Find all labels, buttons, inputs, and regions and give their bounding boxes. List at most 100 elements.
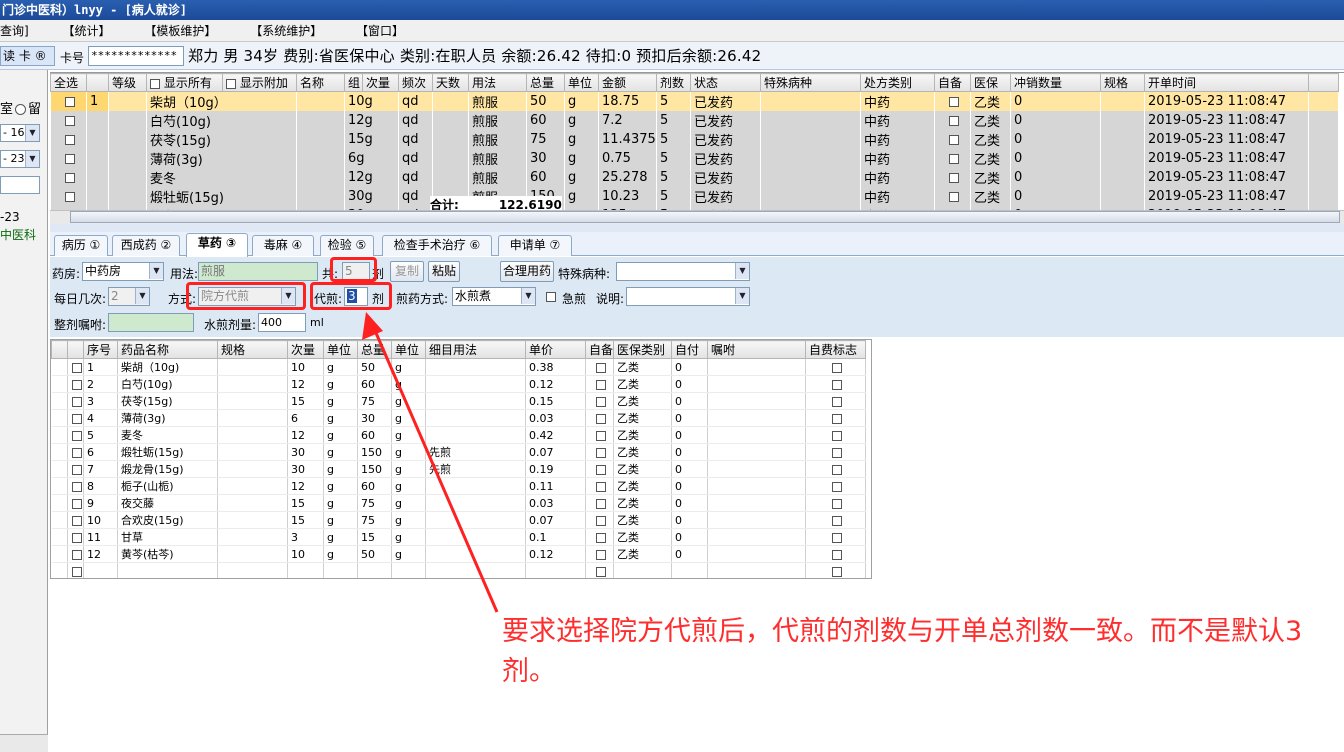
copy-button[interactable]: 复制 <box>390 261 424 282</box>
tab-request-form[interactable]: 申请单 ⑦ <box>498 235 572 256</box>
checkbox[interactable] <box>832 396 843 407</box>
selfprep-checkbox[interactable] <box>585 460 615 478</box>
table-row[interactable]: 1 柴胡（10g） 10g qd 煎服 50 g 18.75 5 已发药 中药 乙类 0 2019-05-… <box>50 91 1339 111</box>
row-checkbox[interactable] <box>67 528 84 546</box>
row-checkbox[interactable] <box>67 375 84 393</box>
show-extra-checkbox[interactable]: 显示附加 <box>222 73 297 92</box>
selfpay-flag-checkbox[interactable] <box>805 545 867 563</box>
selfprep-checkbox[interactable] <box>585 392 615 410</box>
checkbox[interactable] <box>72 549 82 560</box>
tab-western-medicine[interactable]: 西成药 ② <box>112 235 180 256</box>
card-number-input[interactable]: ************* <box>88 46 184 66</box>
row-checkbox-cell[interactable] <box>934 111 971 130</box>
checkbox[interactable] <box>64 153 75 164</box>
table-row[interactable]: 薄荷(3g) 6g qd 煎服 30 g 0.75 5 已发药 中药 乙类 0 2019-05-23 1… <box>50 149 1339 168</box>
chevron-down-icon[interactable]: ▼ <box>735 263 749 279</box>
left-input[interactable] <box>0 176 40 194</box>
chevron-down-icon[interactable]: ▼ <box>25 151 39 167</box>
selfprep-checkbox[interactable] <box>585 443 615 461</box>
tab-medical-record[interactable]: 病历 ① <box>54 235 108 256</box>
menu-window[interactable]: 【窗口】 <box>356 20 404 42</box>
table-row[interactable]: 煅牡蛎(15g)30gqd煎服150g10.235已发药中药乙类02019-05… <box>50 187 1339 206</box>
grid-row[interactable]: 7 煅龙骨(15g) 30 g 150 g 先煎 0.19 乙类 0 <box>51 460 867 478</box>
row-checkbox-cell[interactable] <box>934 168 971 187</box>
checkbox[interactable] <box>64 96 75 107</box>
menu-system[interactable]: 【系统维护】 <box>250 20 322 42</box>
tab-lab-test[interactable]: 检验 ⑤ <box>320 235 374 256</box>
row-checkbox-cell[interactable] <box>1308 111 1339 130</box>
checkbox[interactable] <box>832 379 843 390</box>
checkbox[interactable] <box>949 153 959 164</box>
selfpay-flag-checkbox[interactable] <box>805 460 867 478</box>
checkbox[interactable] <box>72 515 82 526</box>
selfprep-checkbox[interactable] <box>585 528 615 546</box>
row-checkbox[interactable] <box>67 443 84 461</box>
checkbox[interactable] <box>226 78 236 89</box>
grid-row[interactable]: 1 柴胡（10g) 10 g 50 g 0.38 乙类 0 <box>51 358 867 376</box>
grid-row[interactable]: 2 白芍(10g) 12 g 60 g 0.12 乙类 0 <box>51 375 867 393</box>
checkbox[interactable] <box>596 379 606 390</box>
paste-button[interactable]: 粘贴 <box>428 261 460 282</box>
urgent-checkbox[interactable] <box>546 292 556 302</box>
select-all-header[interactable]: 全选 <box>50 73 87 92</box>
row-checkbox-cell[interactable] <box>50 149 87 168</box>
water-dose-input[interactable]: 400 <box>258 313 306 332</box>
checkbox[interactable] <box>832 430 843 441</box>
checkbox[interactable] <box>72 447 82 458</box>
selfprep-checkbox[interactable] <box>585 426 615 444</box>
checkbox[interactable] <box>150 78 160 89</box>
checkbox[interactable] <box>949 115 959 126</box>
selfpay-flag-checkbox[interactable] <box>805 511 867 529</box>
selfpay-flag-checkbox[interactable] <box>805 392 867 410</box>
checkbox[interactable] <box>949 96 959 107</box>
menu-template[interactable]: 【模板维护】 <box>144 20 216 42</box>
row-checkbox-cell[interactable] <box>1308 187 1339 206</box>
selfprep-checkbox[interactable] <box>585 511 615 529</box>
checkbox[interactable] <box>64 191 75 202</box>
splitter[interactable] <box>50 224 1344 232</box>
menu-query[interactable]: 查询] <box>0 20 29 42</box>
decoct-way-select[interactable]: 水煎煮 ▼ <box>452 287 536 306</box>
grid-row[interactable]: 5 麦冬 12 g 60 g 0.42 乙类 0 <box>51 426 867 444</box>
checkbox[interactable] <box>832 447 843 458</box>
row-checkbox-cell[interactable] <box>50 91 87 111</box>
checkbox[interactable] <box>72 396 82 407</box>
checkbox[interactable] <box>949 191 959 202</box>
left-scrollbar[interactable] <box>0 734 48 752</box>
row-checkbox[interactable] <box>67 409 84 427</box>
checkbox[interactable] <box>832 566 843 577</box>
grid-row[interactable]: 11 甘草 3 g 15 g 0.1 乙类 0 <box>51 528 867 546</box>
selfpay-flag-checkbox[interactable] <box>805 562 867 578</box>
row-checkbox[interactable] <box>67 494 84 512</box>
checkbox[interactable] <box>72 566 82 577</box>
checkbox[interactable] <box>72 532 82 543</box>
room-radio[interactable] <box>15 104 27 115</box>
checkbox[interactable] <box>832 515 843 526</box>
row-checkbox[interactable] <box>67 562 84 578</box>
checkbox[interactable] <box>72 464 82 475</box>
rational-drug-button[interactable]: 合理用药 <box>500 261 554 282</box>
checkbox[interactable] <box>72 362 82 373</box>
checkbox[interactable] <box>596 515 606 526</box>
date-from-select[interactable]: - 16 ▼ <box>0 124 40 142</box>
checkbox[interactable] <box>72 413 82 424</box>
table-row[interactable]: 麦冬 12g qd 煎服 60 g 25.278 5 已发药 中药 乙类 0 2019-05-23 11… <box>50 168 1339 187</box>
checkbox[interactable] <box>596 549 606 560</box>
checkbox[interactable] <box>949 134 959 145</box>
row-checkbox[interactable] <box>67 477 84 495</box>
row-checkbox-cell[interactable] <box>934 130 971 149</box>
checkbox[interactable] <box>72 498 82 509</box>
grid-empty-row[interactable] <box>51 562 867 578</box>
pharmacy-select[interactable]: 中药房 ▼ <box>82 262 164 281</box>
note-select[interactable]: ▼ <box>626 287 750 306</box>
row-checkbox-cell[interactable] <box>50 168 87 187</box>
row-checkbox-cell[interactable] <box>50 130 87 149</box>
row-checkbox-cell[interactable] <box>1308 130 1339 149</box>
checkbox[interactable] <box>596 532 606 543</box>
selfpay-flag-checkbox[interactable] <box>805 443 867 461</box>
selfpay-flag-checkbox[interactable] <box>805 528 867 546</box>
selfpay-flag-checkbox[interactable] <box>805 358 867 376</box>
selfprep-checkbox[interactable] <box>585 545 615 563</box>
grid-row[interactable]: 8 栀子(山栀) 12 g 60 g 0.11 乙类 0 <box>51 477 867 495</box>
tab-narcotics[interactable]: 毒麻 ④ <box>252 235 314 256</box>
